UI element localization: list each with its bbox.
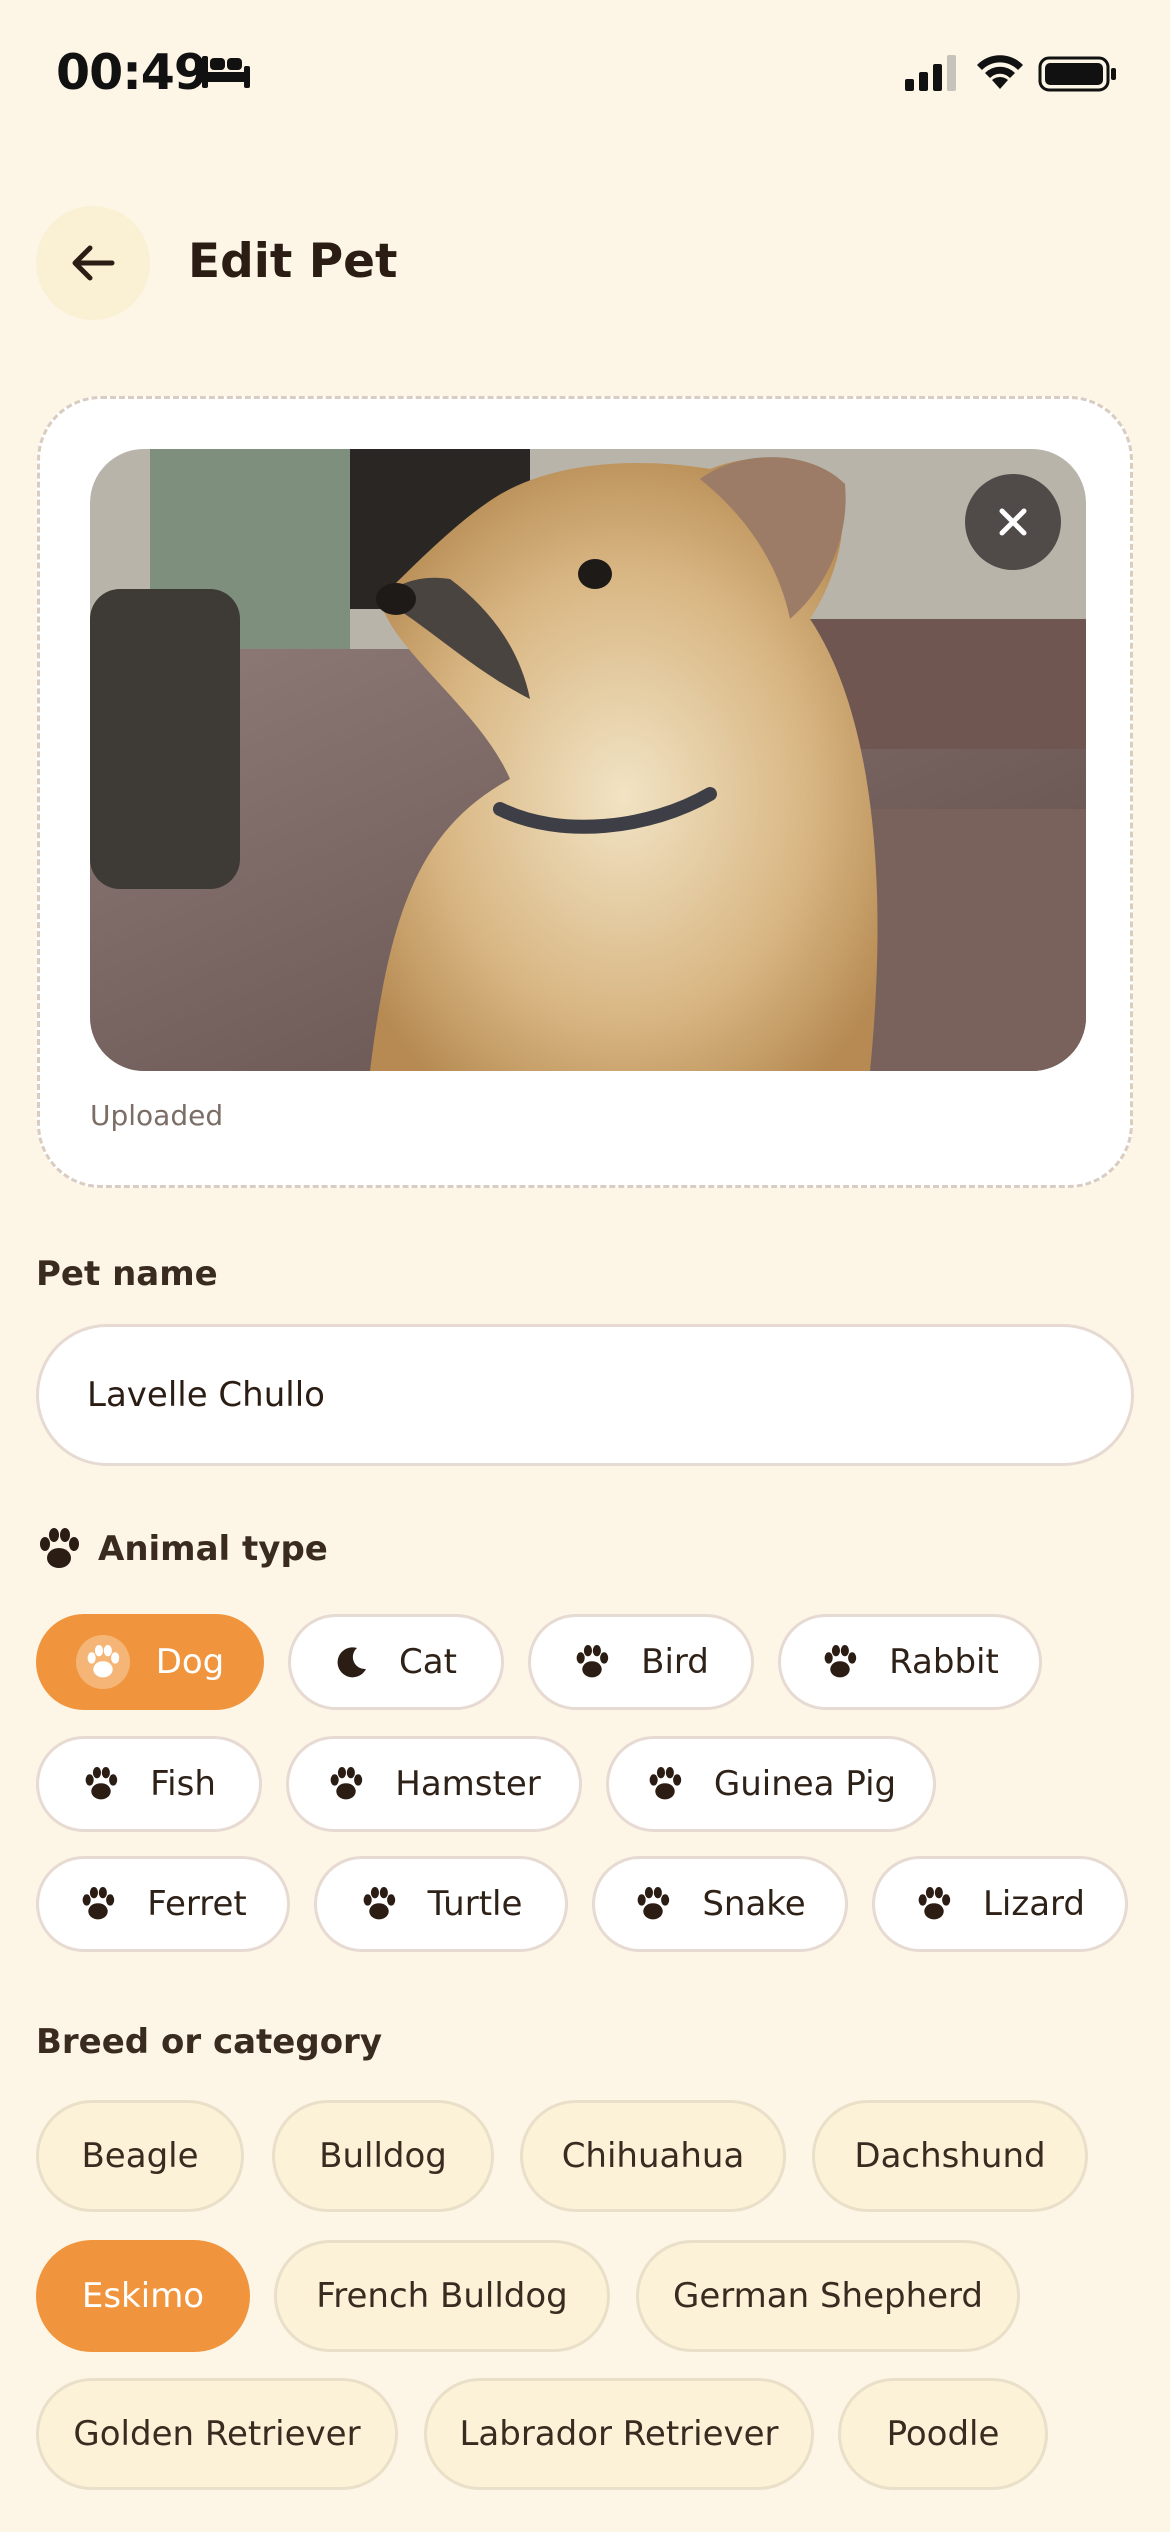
breed-chip-bulldog[interactable]: Bulldog	[272, 2100, 494, 2212]
breed-chip-french-bulldog[interactable]: French Bulldog	[274, 2240, 610, 2352]
animal-chip-turtle[interactable]: Turtle	[314, 1856, 568, 1952]
paw-icon	[821, 1645, 859, 1679]
wifi-icon	[977, 55, 1023, 89]
status-time: 00:49	[56, 44, 208, 101]
paw-icon	[360, 1887, 398, 1921]
breed-chip-beagle[interactable]: Beagle	[36, 2100, 244, 2212]
animal-chip-label: Snake	[702, 1884, 806, 1924]
paw-icon	[573, 1645, 611, 1679]
paw-icon	[40, 1528, 79, 1568]
bed-icon	[202, 56, 250, 88]
upload-status-text: Uploaded	[90, 1099, 224, 1132]
page-title: Edit Pet	[188, 234, 398, 289]
animal-chip-lizard[interactable]: Lizard	[872, 1856, 1128, 1952]
animal-chip-cat[interactable]: Cat	[288, 1614, 504, 1710]
status-bar: 00:49	[0, 0, 1170, 150]
paw-icon	[915, 1887, 953, 1921]
breed-chip-golden-retriever[interactable]: Golden Retriever	[36, 2378, 398, 2490]
breed-chip-chihuahua[interactable]: Chihuahua	[520, 2100, 786, 2212]
animal-chip-label: Hamster	[395, 1764, 541, 1804]
animal-chip-snake[interactable]: Snake	[592, 1856, 848, 1952]
animal-type-label: Animal type	[98, 1529, 328, 1569]
paw-icon	[75, 1635, 130, 1689]
dog-photo-image	[90, 449, 1086, 1071]
paw-icon	[634, 1887, 672, 1921]
remove-photo-button[interactable]	[965, 474, 1061, 570]
paw-icon	[327, 1767, 365, 1801]
animal-chip-ferret[interactable]: Ferret	[36, 1856, 290, 1952]
paw-icon	[646, 1767, 684, 1801]
animal-type-header: Animal type	[36, 1528, 328, 1570]
paw-icon	[79, 1887, 117, 1921]
breed-chip-dachshund[interactable]: Dachshund	[812, 2100, 1088, 2212]
animal-chip-label: Fish	[150, 1764, 216, 1804]
animal-chip-label: Ferret	[147, 1884, 247, 1924]
pet-name-label: Pet name	[36, 1254, 218, 1294]
pet-photo	[90, 449, 1086, 1071]
moon-icon	[335, 1645, 369, 1679]
animal-chip-label: Bird	[641, 1642, 709, 1682]
pet-name-input[interactable]	[36, 1324, 1134, 1466]
breed-chip-labrador-retriever[interactable]: Labrador Retriever	[424, 2378, 814, 2490]
back-button[interactable]	[36, 206, 150, 320]
animal-chip-label: Rabbit	[889, 1642, 999, 1682]
cellular-signal-icon	[905, 55, 956, 91]
breed-label: Breed or category	[36, 2022, 382, 2062]
close-icon	[999, 508, 1027, 536]
animal-chip-guinea-pig[interactable]: Guinea Pig	[606, 1736, 936, 1832]
breed-chip-poodle[interactable]: Poodle	[838, 2378, 1048, 2490]
animal-chip-dog[interactable]: Dog	[36, 1614, 264, 1710]
animal-chip-label: Lizard	[982, 1884, 1086, 1924]
arrow-left-icon	[72, 245, 115, 281]
animal-chip-label: Dog	[155, 1642, 225, 1682]
breed-chip-german-shepherd[interactable]: German Shepherd	[636, 2240, 1020, 2352]
animal-chip-hamster[interactable]: Hamster	[286, 1736, 582, 1832]
photo-upload-card[interactable]: Uploaded	[37, 396, 1133, 1188]
animal-chip-rabbit[interactable]: Rabbit	[778, 1614, 1042, 1710]
animal-chip-label: Cat	[399, 1642, 457, 1682]
animal-chip-bird[interactable]: Bird	[528, 1614, 754, 1710]
breed-chip-eskimo[interactable]: Eskimo	[36, 2240, 250, 2352]
paw-icon	[82, 1767, 120, 1801]
animal-chip-fish[interactable]: Fish	[36, 1736, 262, 1832]
animal-chip-label: Turtle	[427, 1884, 523, 1924]
battery-icon	[1038, 56, 1116, 92]
animal-chip-label: Guinea Pig	[713, 1764, 897, 1804]
